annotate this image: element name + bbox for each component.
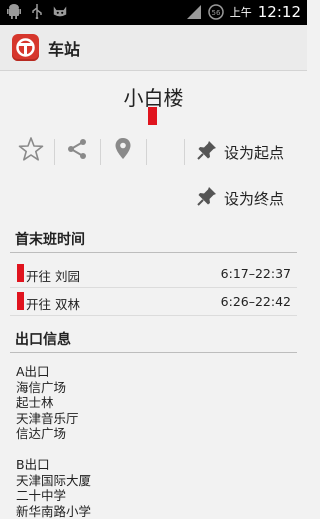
set-start-button[interactable]: 设为起点 (196, 139, 284, 165)
location-icon (114, 137, 132, 165)
section-divider (10, 352, 297, 353)
exit-place: 新华南路小学 (16, 504, 91, 519)
schedule-direction: 开往 刘园 (26, 266, 80, 285)
schedule-row: 开往 双林 6:26–22:42 (17, 294, 291, 310)
battery-icon: 56 (208, 4, 224, 20)
exit-place: 海信广场 (16, 380, 79, 396)
exit-place: 起士林 (16, 395, 79, 411)
schedule-header: 首末班时间 (15, 229, 85, 249)
usb-icon (29, 3, 45, 19)
line-color-badge (17, 292, 24, 310)
exit-group-a: A出口 海信广场 起士林 天津音乐厅 信达广场 (16, 364, 79, 442)
android-icon (6, 3, 22, 19)
station-toolbar: 设为起点 (0, 133, 307, 171)
pin-icon (196, 139, 218, 165)
svg-text:56: 56 (211, 9, 220, 17)
page-title: 车站 (48, 36, 80, 60)
section-divider (10, 252, 297, 253)
exit-name: A出口 (16, 364, 79, 380)
metro-logo-icon[interactable] (12, 34, 39, 61)
exit-place: 天津国际大厦 (16, 473, 91, 489)
favorite-button[interactable] (12, 133, 50, 169)
cat-icon (52, 3, 68, 19)
set-end-button[interactable]: 设为终点 (196, 185, 284, 211)
toolbar-divider (184, 139, 185, 165)
row-divider (10, 287, 297, 288)
toolbar-divider (146, 139, 147, 165)
location-button[interactable] (104, 133, 142, 169)
exit-group-b: B出口 天津国际大厦 二十中学 新华南路小学 (16, 457, 91, 519)
toolbar-divider (100, 139, 101, 165)
set-end-label: 设为终点 (224, 188, 284, 209)
exit-name: B出口 (16, 457, 91, 473)
exits-header: 出口信息 (15, 329, 71, 349)
exit-place: 天津音乐厅 (16, 411, 79, 427)
row-divider (10, 315, 297, 316)
status-clock: 12:12 (258, 3, 301, 21)
exit-place: 信达广场 (16, 426, 79, 442)
schedule-direction: 开往 双林 (26, 294, 80, 313)
line-color-badge (17, 264, 24, 282)
action-bar: 车站 (0, 25, 307, 71)
pin-icon (196, 185, 218, 211)
schedule-time: 6:26–22:42 (221, 294, 291, 309)
schedule-time: 6:17–22:37 (221, 266, 291, 281)
signal-icon (186, 4, 202, 20)
status-bar: 56 上午 12:12 (0, 0, 307, 25)
status-ampm: 上午 (230, 4, 252, 20)
status-right: 56 上午 12:12 (186, 3, 301, 21)
exit-place: 二十中学 (16, 488, 91, 504)
schedule-row: 开往 刘园 6:17–22:37 (17, 266, 291, 282)
line-color-badge (148, 107, 157, 125)
toolbar-divider (54, 139, 55, 165)
share-button[interactable] (58, 133, 96, 169)
star-icon (18, 136, 44, 166)
share-icon (65, 137, 89, 165)
set-start-label: 设为起点 (224, 142, 284, 163)
status-left-icons (6, 3, 68, 19)
